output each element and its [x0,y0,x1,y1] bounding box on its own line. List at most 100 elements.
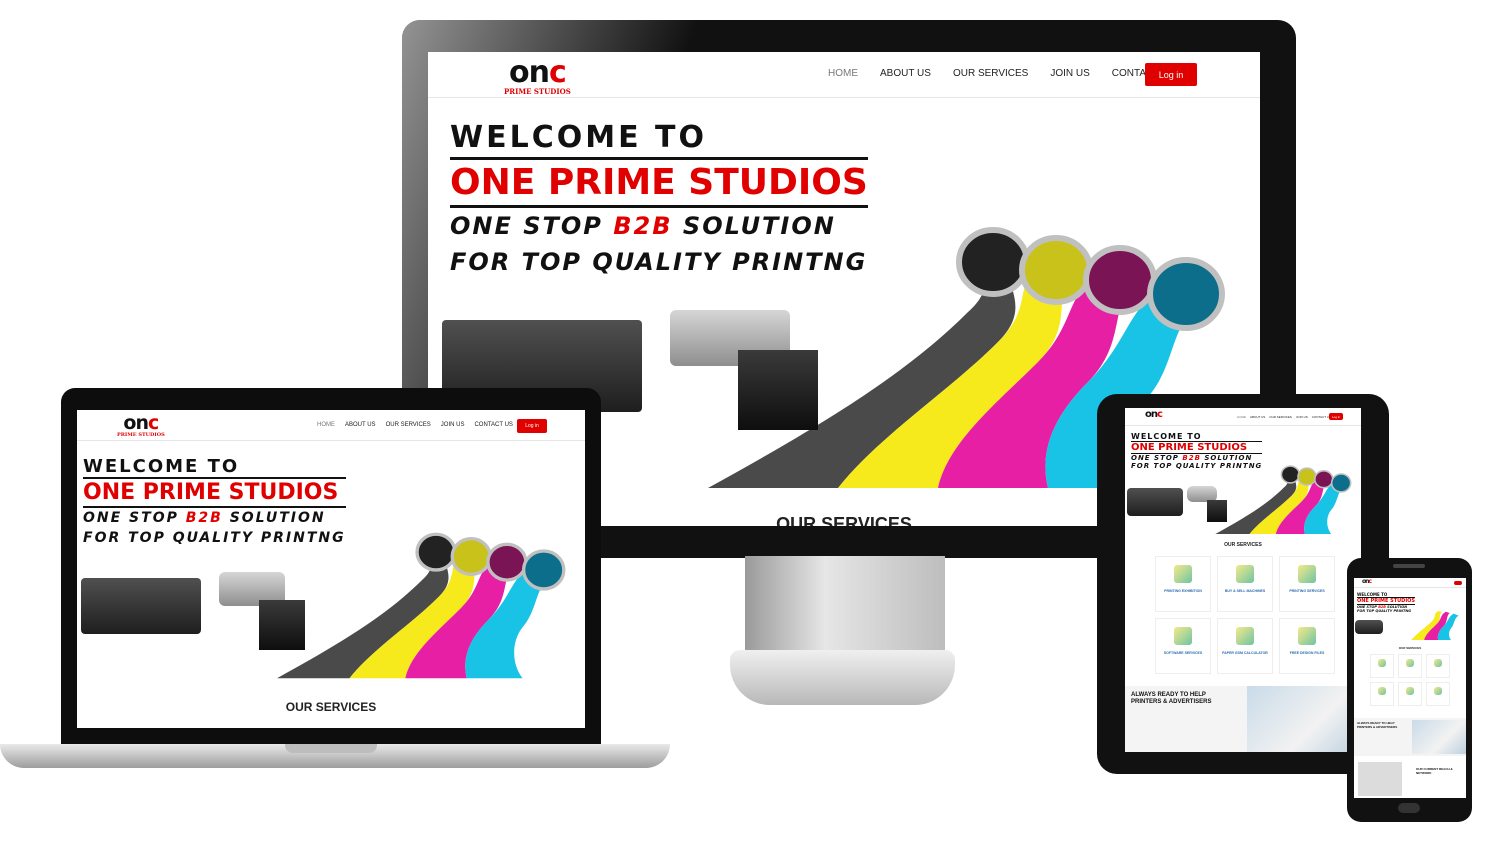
service-title: FREE DESIGN FILES [1289,651,1325,655]
service-title: BUY & SELL MACHINES [1224,589,1266,593]
tablet-site: onc HOME ABOUT US OUR SERVICES JOIN US C… [1125,408,1361,752]
logo-mark-accent: c [548,55,567,90]
ready-section: ALWAYS READY TO HELP PRINTERS & ADVERTIS… [1354,718,1466,756]
service-title: PRINTING SERVICES [1289,589,1325,593]
nav-home[interactable]: HOME [828,68,858,79]
nav-join[interactable]: JOIN US [1296,415,1308,419]
reach-title: OUR CURRENT REACH & NETWORK [1416,767,1453,775]
logo[interactable]: onc PRIME STUDIOS [504,55,571,96]
service-card[interactable]: PRINTING SERVICES [1279,556,1335,612]
main-menu: HOME ABOUT US OUR SERVICES JOIN US CONTA… [1237,415,1331,419]
laptop-nav: onc PRIME STUDIOS HOME ABOUT US OUR SERV… [77,410,585,441]
logo-mark-text: on [123,412,149,434]
reach-title-line: NETWORK [1416,770,1432,775]
nav-contact[interactable]: CONTACT US [474,422,512,428]
paint-can-icon [450,537,492,577]
service-icon [1174,627,1192,645]
nav-services[interactable]: OUR SERVICES [953,68,1028,79]
login-button[interactable]: Log in [1329,413,1343,420]
phone-home-button [1398,803,1420,813]
service-card[interactable] [1370,682,1394,706]
monitor-stand-base [730,650,955,705]
service-title: PRINTING EXHIBITION [1164,589,1202,593]
service-card[interactable]: PAPER GSM CALCULATOR [1217,618,1273,674]
ink-illustration [1215,465,1352,534]
service-card[interactable]: PRINTING EXHIBITION [1155,556,1211,612]
service-icon [1434,687,1442,695]
services-section-title: OUR SERVICES [285,700,377,714]
logo-mark-accent: c [1368,578,1371,585]
services-grid [1370,654,1450,706]
logo-mark-text: on [508,55,550,90]
hero-line-b2b-a: ONE STOP [1131,454,1183,462]
offset-press-image [1355,620,1383,634]
copier-image [259,600,305,650]
logo-subtitle: PRIME STUDIOS [117,432,165,438]
service-card[interactable]: FREE DESIGN FILES [1279,618,1335,674]
login-button[interactable]: Log in [1145,63,1197,86]
service-card[interactable] [1426,654,1450,678]
services-grid: PRINTING EXHIBITION BUY & SELL MACHINES … [1155,556,1335,674]
hero-line-b2b-a: ONE STOP [450,212,614,240]
service-icon [1378,687,1386,695]
logo[interactable]: onc [1362,578,1372,585]
hero-line-b2b: ONE STOP B2B SOLUTION [83,510,346,526]
paint-can-icon [1147,257,1225,331]
service-card[interactable]: SOFTWARE SERVICES [1155,618,1211,674]
service-card[interactable] [1426,682,1450,706]
nav-about[interactable]: ABOUT US [880,68,931,79]
ready-photo [1247,686,1361,752]
monitor-stand-neck [745,556,945,656]
service-card[interactable] [1398,654,1422,678]
service-card[interactable] [1370,654,1394,678]
nav-about[interactable]: ABOUT US [345,422,376,428]
phone-site: onc WELCOME TO ONE PRIME STUDIOS ONE STO… [1354,578,1466,798]
india-map-image [1358,762,1402,796]
service-card[interactable] [1398,682,1422,706]
hero-line-welcome: WELCOME TO [450,120,707,155]
nav-services[interactable]: OUR SERVICES [386,422,431,428]
offset-press-image [1127,488,1183,516]
service-icon [1378,659,1386,667]
hero-line-b2b-c: SOLUTION [1200,454,1253,462]
service-icon [1406,687,1414,695]
logo[interactable]: onc [1145,409,1163,420]
phone-speaker [1393,564,1425,568]
paint-can-icon [486,542,528,582]
nav-join[interactable]: JOIN US [1050,68,1089,79]
desktop-nav: onc PRIME STUDIOS HOME ABOUT US OUR SERV… [428,52,1260,98]
service-card[interactable]: BUY & SELL MACHINES [1217,556,1273,612]
nav-home[interactable]: HOME [1237,415,1246,419]
service-icon [1406,659,1414,667]
tablet-nav: onc HOME ABOUT US OUR SERVICES JOIN US C… [1125,408,1361,426]
nav-services[interactable]: OUR SERVICES [1269,415,1292,419]
logo[interactable]: onc PRIME STUDIOS [117,414,165,438]
copier-image [738,350,818,430]
hero-line-b2b-a: ONE STOP [83,510,186,526]
paint-can-icon [1019,235,1093,305]
hero-line-b2b-b: B2B [613,212,673,240]
ready-section: ALWAYS READY TO HELP PRINTERS & ADVERTIS… [1125,686,1361,752]
services-section-title: OUR SERVICES [1398,646,1422,650]
service-icon [1174,565,1192,583]
service-icon [1434,659,1442,667]
hero-line-b2b: ONE STOP B2B SOLUTION [1131,454,1262,462]
ready-title-line: PRINTERS & ADVERTISERS [1131,699,1212,706]
login-button[interactable] [1454,581,1462,585]
reach-section: OUR CURRENT REACH & NETWORK [1354,760,1466,798]
main-menu: HOME ABOUT US OUR SERVICES JOIN US CONTA… [317,422,513,428]
hero-line-brand: ONE PRIME STUDIOS [83,477,346,508]
paint-can-icon [1314,470,1334,489]
ready-photo [1412,720,1466,754]
logo-mark-accent: c [1157,409,1163,420]
logo-mark: onc [1362,578,1372,585]
nav-home[interactable]: HOME [317,422,335,428]
service-icon [1236,565,1254,583]
login-button[interactable]: Log in [517,419,547,433]
hero-line-b2b-b: B2B [1182,454,1201,462]
logo-mark: onc [1145,409,1163,420]
nav-join[interactable]: JOIN US [441,422,465,428]
hero-line-brand: ONE PRIME STUDIOS [450,157,868,208]
nav-about[interactable]: ABOUT US [1250,415,1265,419]
service-icon [1298,565,1316,583]
